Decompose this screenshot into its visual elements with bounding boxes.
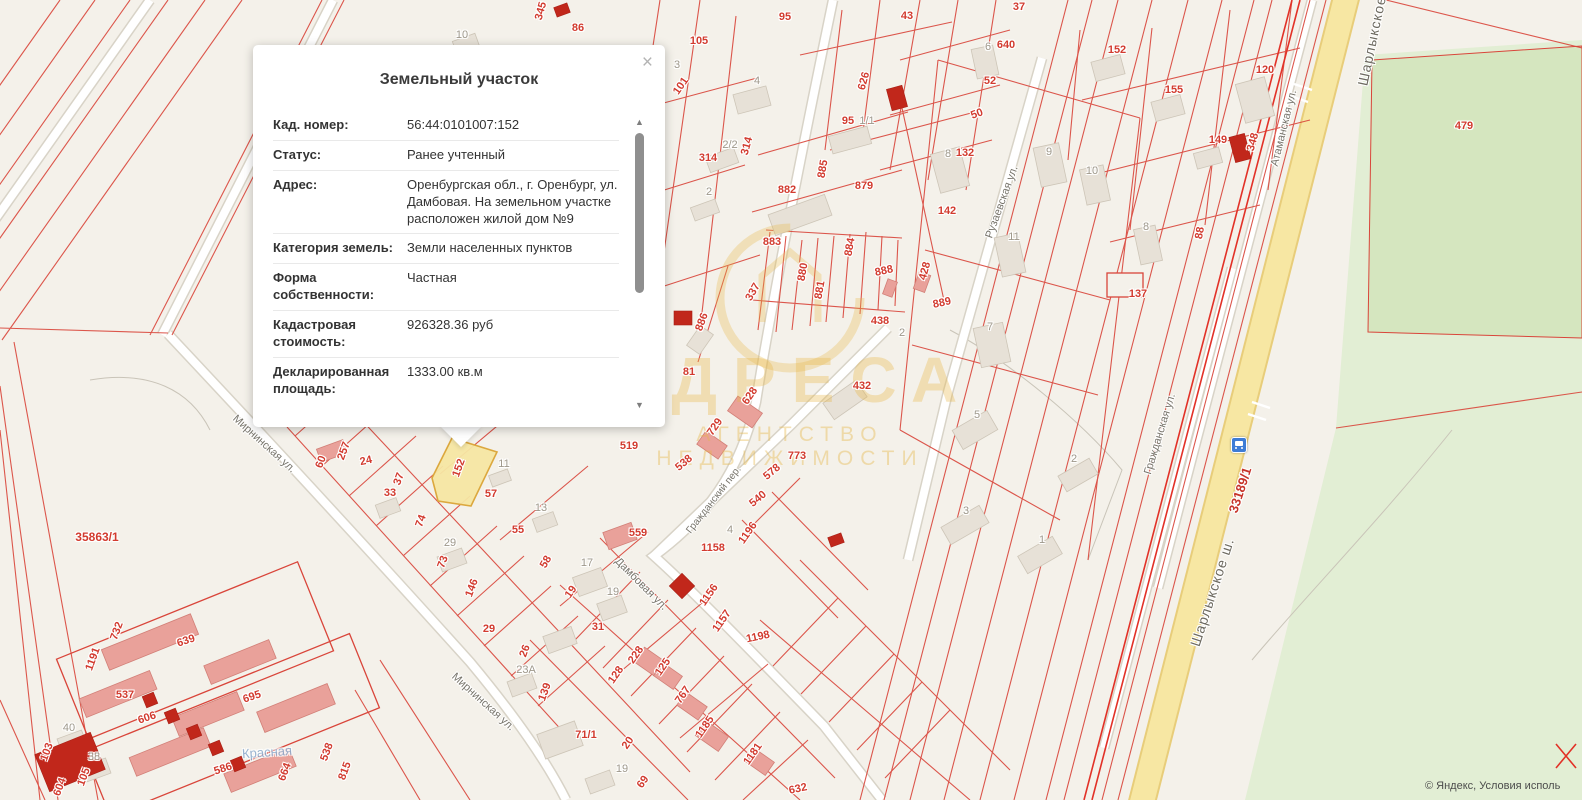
field-label: Декларированная площадь: (273, 364, 407, 398)
field-value: Земли населенных пунктов (407, 240, 619, 257)
field-row-ownership: Форма собственности: Частная (273, 264, 619, 311)
building-outline-137 (1107, 273, 1143, 297)
field-value: Частная (407, 270, 619, 304)
field-value: Ранее учтенный (407, 147, 619, 164)
popup-fields: Кад. номер: 56:44:0101007:152 Статус: Ра… (273, 111, 619, 415)
field-row-kad-nomer: Кад. номер: 56:44:0101007:152 (273, 111, 619, 141)
field-row-area: Декларированная площадь: 1333.00 кв.м (273, 358, 619, 404)
scrollbar-thumb[interactable] (635, 133, 644, 293)
scroll-up-arrow-icon[interactable]: ▲ (634, 117, 645, 128)
field-value: 56:44:0101007:152 (407, 117, 619, 134)
field-value: 1333.00 кв.м (407, 364, 619, 398)
field-row-cost: Кадастровая стоимость: 926328.36 руб (273, 311, 619, 358)
map-viewport[interactable]: АДРЕСА АГЕНТСТВО НЕДВИЖИМОСТИ 3458695431… (0, 0, 1582, 800)
attribution-link[interactable]: © Яндекс, Условия исполь (1425, 780, 1560, 792)
close-icon[interactable]: × (642, 53, 653, 72)
field-label: Форма собственности: (273, 270, 407, 304)
field-row-category: Категория земель: Земли населенных пункт… (273, 234, 619, 264)
popup-scrollbar[interactable]: ▲ ▼ (634, 117, 645, 455)
field-value: Оренбургская обл., г. Оренбург, ул. Дамб… (407, 177, 619, 228)
popup-title: Земельный участок (253, 71, 665, 89)
scroll-down-arrow-icon[interactable]: ▼ (634, 400, 645, 411)
field-label: Кадастровая стоимость: (273, 317, 407, 351)
bus-stop-icon[interactable] (1231, 437, 1247, 453)
field-label: Адрес: (273, 177, 407, 228)
field-row-status: Статус: Ранее учтенный (273, 141, 619, 171)
field-value: 926328.36 руб (407, 317, 619, 351)
parcel-info-popup: × Земельный участок Кад. номер: 56:44:01… (253, 45, 665, 427)
popup-tail (440, 426, 482, 447)
field-label: Категория земель: (273, 240, 407, 257)
map-canvas[interactable] (0, 0, 1582, 800)
field-label: Кад. номер: (273, 117, 407, 134)
field-label: Статус: (273, 147, 407, 164)
field-row-address: Адрес: Оренбургская обл., г. Оренбург, у… (273, 171, 619, 235)
